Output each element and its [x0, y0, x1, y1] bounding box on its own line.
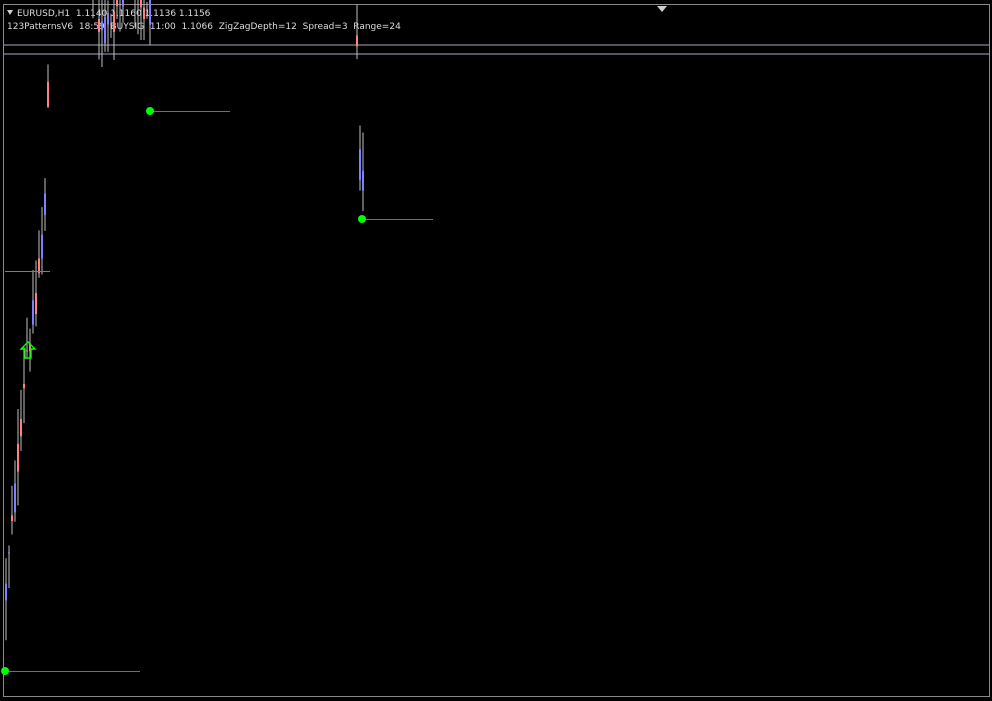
candle-body — [20, 419, 22, 437]
zigzag-low-dot — [1, 667, 9, 675]
candle-body — [35, 293, 37, 315]
zigzag-low-dot — [146, 107, 154, 115]
candle-body — [113, 11, 115, 32]
candle-body — [98, 18, 100, 33]
candle-body — [104, 16, 106, 44]
candle-body — [362, 170, 364, 191]
candle-body — [17, 443, 19, 472]
candle-body — [356, 35, 358, 47]
price-chart — [1, 0, 989, 675]
candle-body — [101, 21, 103, 31]
candle-body — [122, 0, 124, 7]
zigzag-low-dot — [358, 215, 366, 223]
candle-body — [107, 13, 109, 25]
buy-arrow-icon — [19, 341, 37, 359]
candle-body — [26, 350, 28, 352]
chart-window: EURUSD,H1 1.1140 1.1160 1.1136 1.1156 12… — [0, 0, 992, 701]
candle-body — [149, 0, 151, 25]
candle-body — [44, 193, 46, 215]
candle-body — [11, 515, 13, 522]
candle-body — [116, 0, 118, 7]
candle-body — [8, 552, 10, 554]
candle-body — [146, 12, 148, 14]
candle-body — [32, 300, 34, 325]
candle-body — [110, 23, 112, 25]
candle-body — [143, 7, 145, 19]
candle-body — [5, 583, 7, 601]
candle-body — [47, 81, 49, 107]
candle-body — [23, 383, 25, 389]
candle-body — [140, 0, 142, 8]
candle-body — [14, 483, 16, 513]
candle-body — [359, 149, 361, 181]
candle-body — [41, 234, 43, 259]
